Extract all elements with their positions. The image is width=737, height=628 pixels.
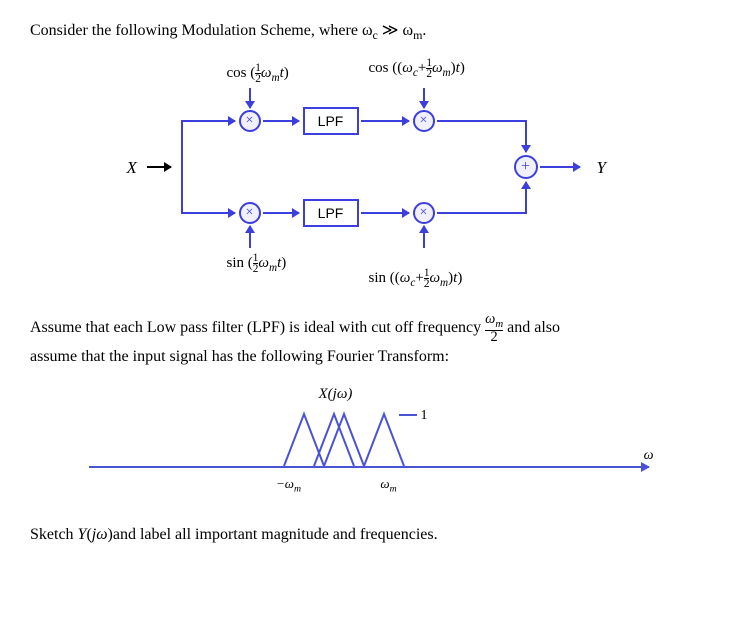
wire-top-3 (361, 120, 409, 122)
wire-top-4 (437, 120, 527, 122)
multiplier-top-2: × (413, 110, 435, 132)
intro-text: Consider the following Modulation Scheme… (30, 20, 707, 43)
label-cos-half-wm: cos (12ωmt) (227, 63, 289, 84)
assume-text-1: Assume that each Low pass filter (LPF) i… (30, 313, 707, 344)
level-one: 1 (421, 408, 428, 424)
spectrum-plot: X(jω) ω 1 −ωm ωm (89, 386, 649, 506)
wire-bot-3 (361, 212, 409, 214)
label-cos-shifted: cos ((ωc+12ωm)t) (369, 58, 465, 79)
lpf-top: LPF (303, 107, 359, 135)
input-arrow (147, 166, 171, 168)
wire-bot-4 (437, 212, 527, 214)
tick-minus-wm: −ωm (276, 476, 301, 495)
level-dash (399, 414, 417, 416)
summer: + (514, 155, 538, 179)
input-x: X (127, 158, 137, 178)
wire-top-2 (263, 120, 299, 122)
wire-bot-in-1 (249, 226, 251, 248)
tick-plus-wm: ωm (380, 476, 396, 495)
wire-split-v (181, 120, 183, 214)
wire-top-in-1 (249, 88, 251, 108)
label-sin-shifted: sin ((ωc+12ωm)t) (369, 268, 463, 289)
wire-bot-1 (181, 212, 235, 214)
wire-bot-2 (263, 212, 299, 214)
wire-top-to-sum (525, 120, 527, 152)
assume-text-2: assume that the input signal has the fol… (30, 348, 707, 366)
multiplier-top-1: × (239, 110, 261, 132)
wire-top-1 (181, 120, 235, 122)
wire-out (540, 166, 580, 168)
wire-top-in-2 (423, 88, 425, 108)
omega-axis-label: ω (644, 448, 654, 464)
plot-title: X(jω) (319, 386, 353, 403)
label-sin-half-wm: sin (12ωmt) (227, 253, 287, 274)
multiplier-bot-2: × (413, 202, 435, 224)
output-y: Y (597, 158, 606, 178)
wire-bot-in-2 (423, 226, 425, 248)
spectrum-shape (279, 411, 409, 469)
lpf-bot: LPF (303, 199, 359, 227)
wire-bot-to-sum (525, 182, 527, 214)
multiplier-bot-1: × (239, 202, 261, 224)
block-diagram: cos (12ωmt) cos ((ωc+12ωm)t) X × LPF × ×… (119, 58, 619, 288)
final-question: Sketch Y(jω)and label all important magn… (30, 526, 707, 544)
